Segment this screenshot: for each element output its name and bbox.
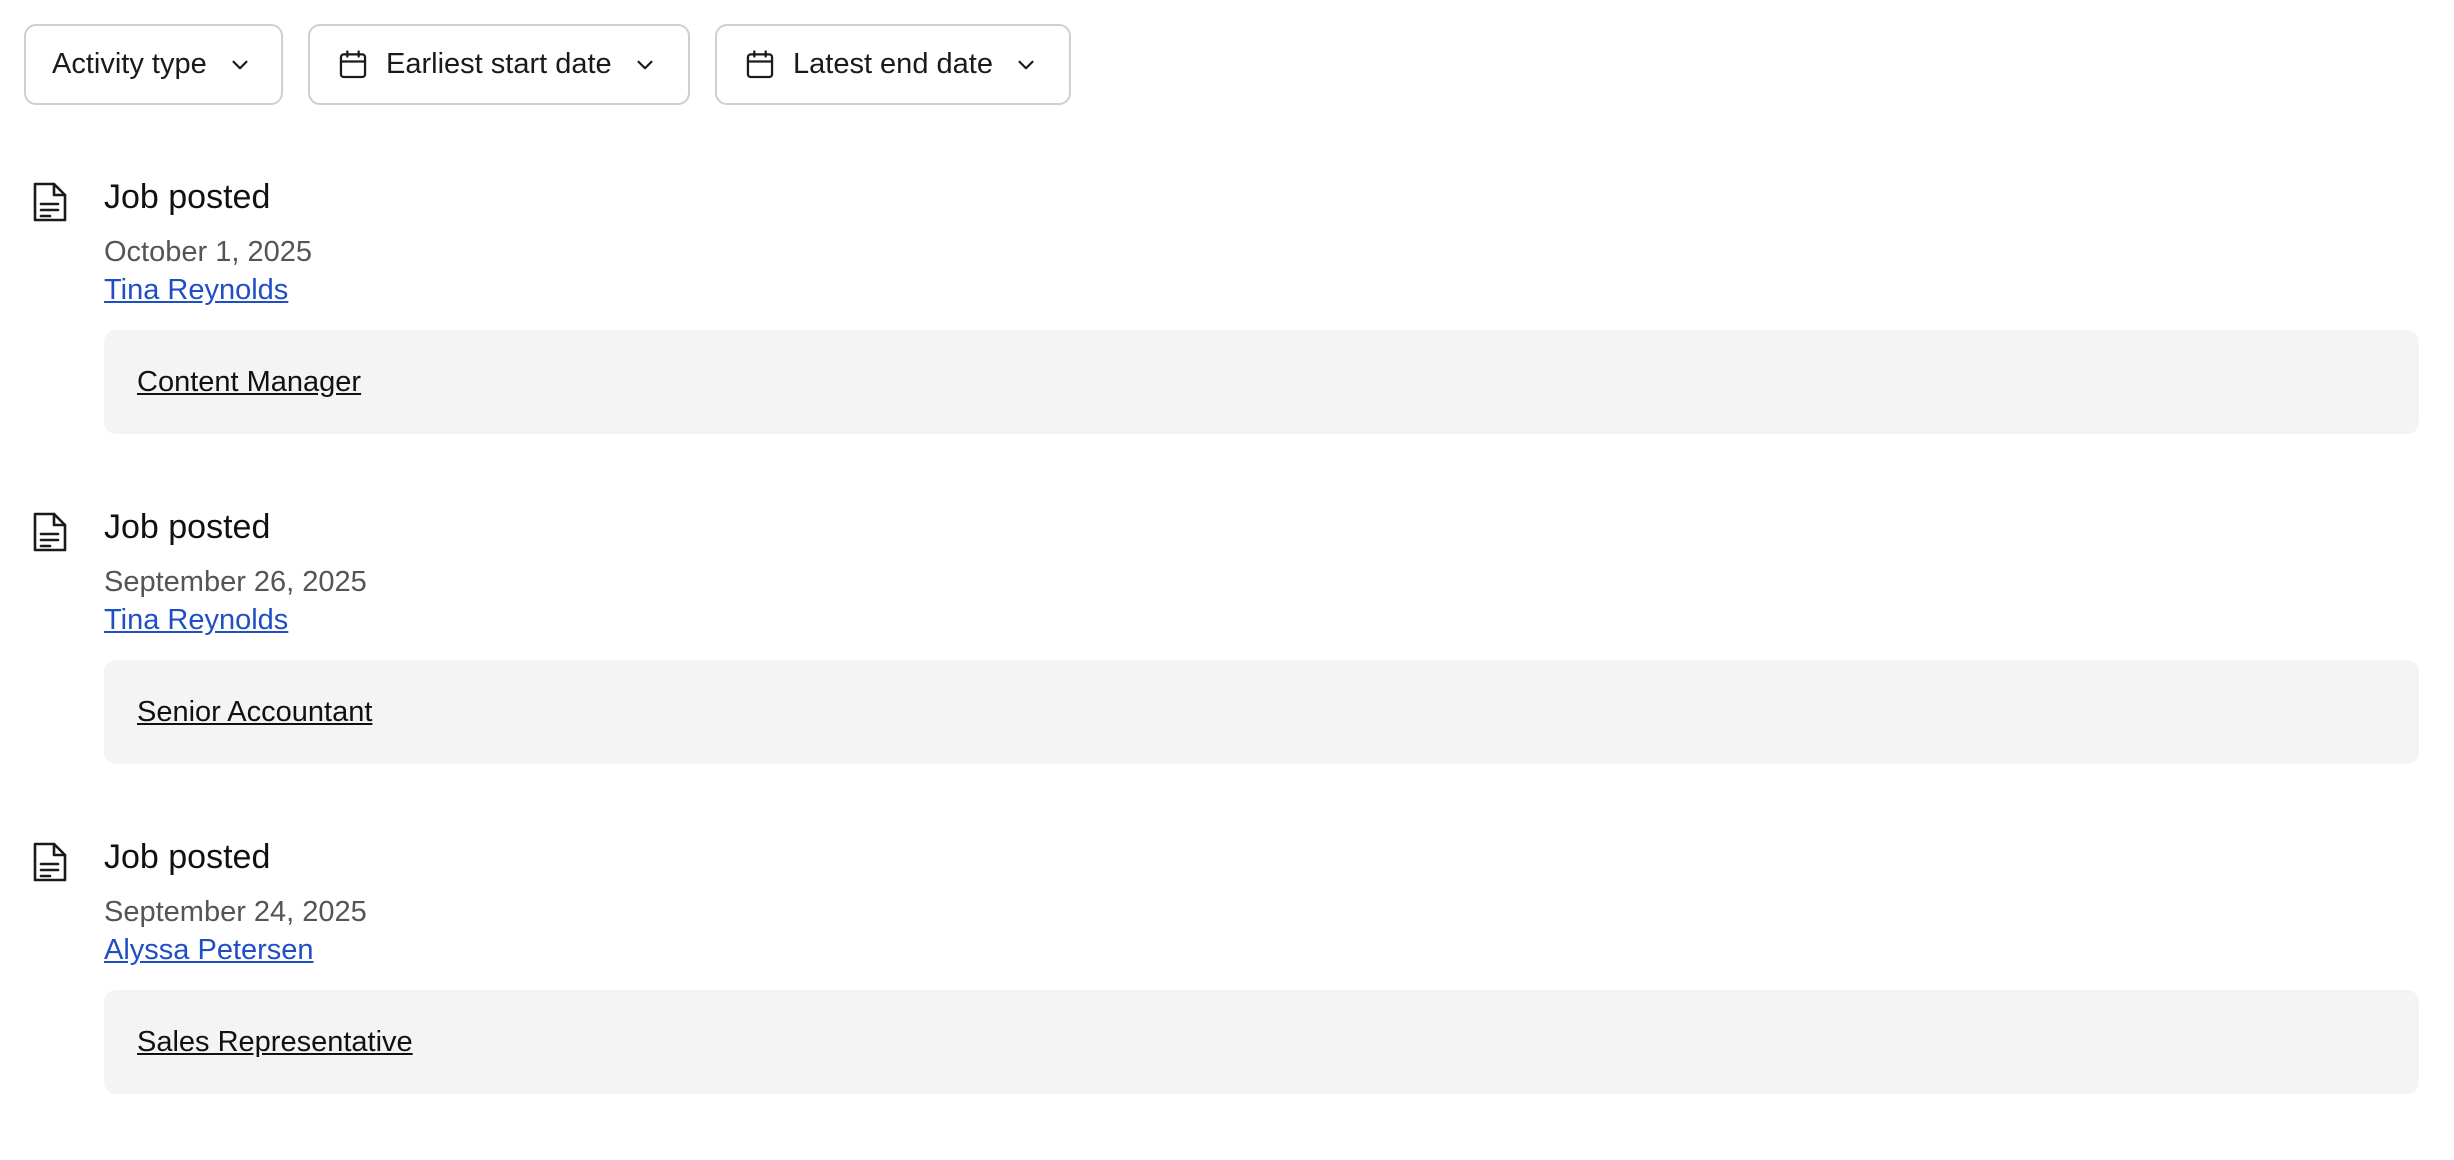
activity-type-filter-label: Activity type xyxy=(52,48,207,80)
latest-end-date-filter[interactable]: Latest end date xyxy=(715,24,1071,105)
filter-bar: Activity type Earliest start date Latest… xyxy=(24,24,1071,105)
document-icon xyxy=(30,180,70,224)
activity-job-card: Sales Representative xyxy=(104,990,2419,1094)
job-link[interactable]: Senior Accountant xyxy=(137,696,372,729)
activity-feed: Job posted October 1, 2025 Tina Reynolds… xyxy=(0,170,2454,1160)
document-icon xyxy=(30,840,70,884)
activity-title: Job posted xyxy=(104,838,271,876)
document-icon xyxy=(30,510,70,554)
activity-date: September 24, 2025 xyxy=(104,896,367,928)
activity-item: Job posted September 26, 2025 Tina Reyno… xyxy=(0,500,2454,830)
activity-user-link[interactable]: Tina Reynolds xyxy=(104,604,288,637)
job-link[interactable]: Sales Representative xyxy=(137,1026,413,1059)
activity-title: Job posted xyxy=(104,178,271,216)
calendar-icon xyxy=(743,48,777,82)
activity-user-link[interactable]: Alyssa Petersen xyxy=(104,934,314,967)
job-link[interactable]: Content Manager xyxy=(137,366,361,399)
activity-date: October 1, 2025 xyxy=(104,236,312,268)
activity-date: September 26, 2025 xyxy=(104,566,367,598)
latest-end-date-label: Latest end date xyxy=(793,48,993,80)
earliest-start-date-label: Earliest start date xyxy=(386,48,612,80)
activity-title: Job posted xyxy=(104,508,271,546)
activity-item: Job posted September 24, 2025 Alyssa Pet… xyxy=(0,830,2454,1160)
activity-item: Job posted October 1, 2025 Tina Reynolds… xyxy=(0,170,2454,500)
earliest-start-date-filter[interactable]: Earliest start date xyxy=(308,24,690,105)
activity-type-filter[interactable]: Activity type xyxy=(24,24,283,105)
calendar-icon xyxy=(336,48,370,82)
chevron-down-icon xyxy=(632,52,658,78)
chevron-down-icon xyxy=(1013,52,1039,78)
activity-job-card: Content Manager xyxy=(104,330,2419,434)
activity-user-link[interactable]: Tina Reynolds xyxy=(104,274,288,307)
activity-job-card: Senior Accountant xyxy=(104,660,2419,764)
chevron-down-icon xyxy=(227,52,253,78)
